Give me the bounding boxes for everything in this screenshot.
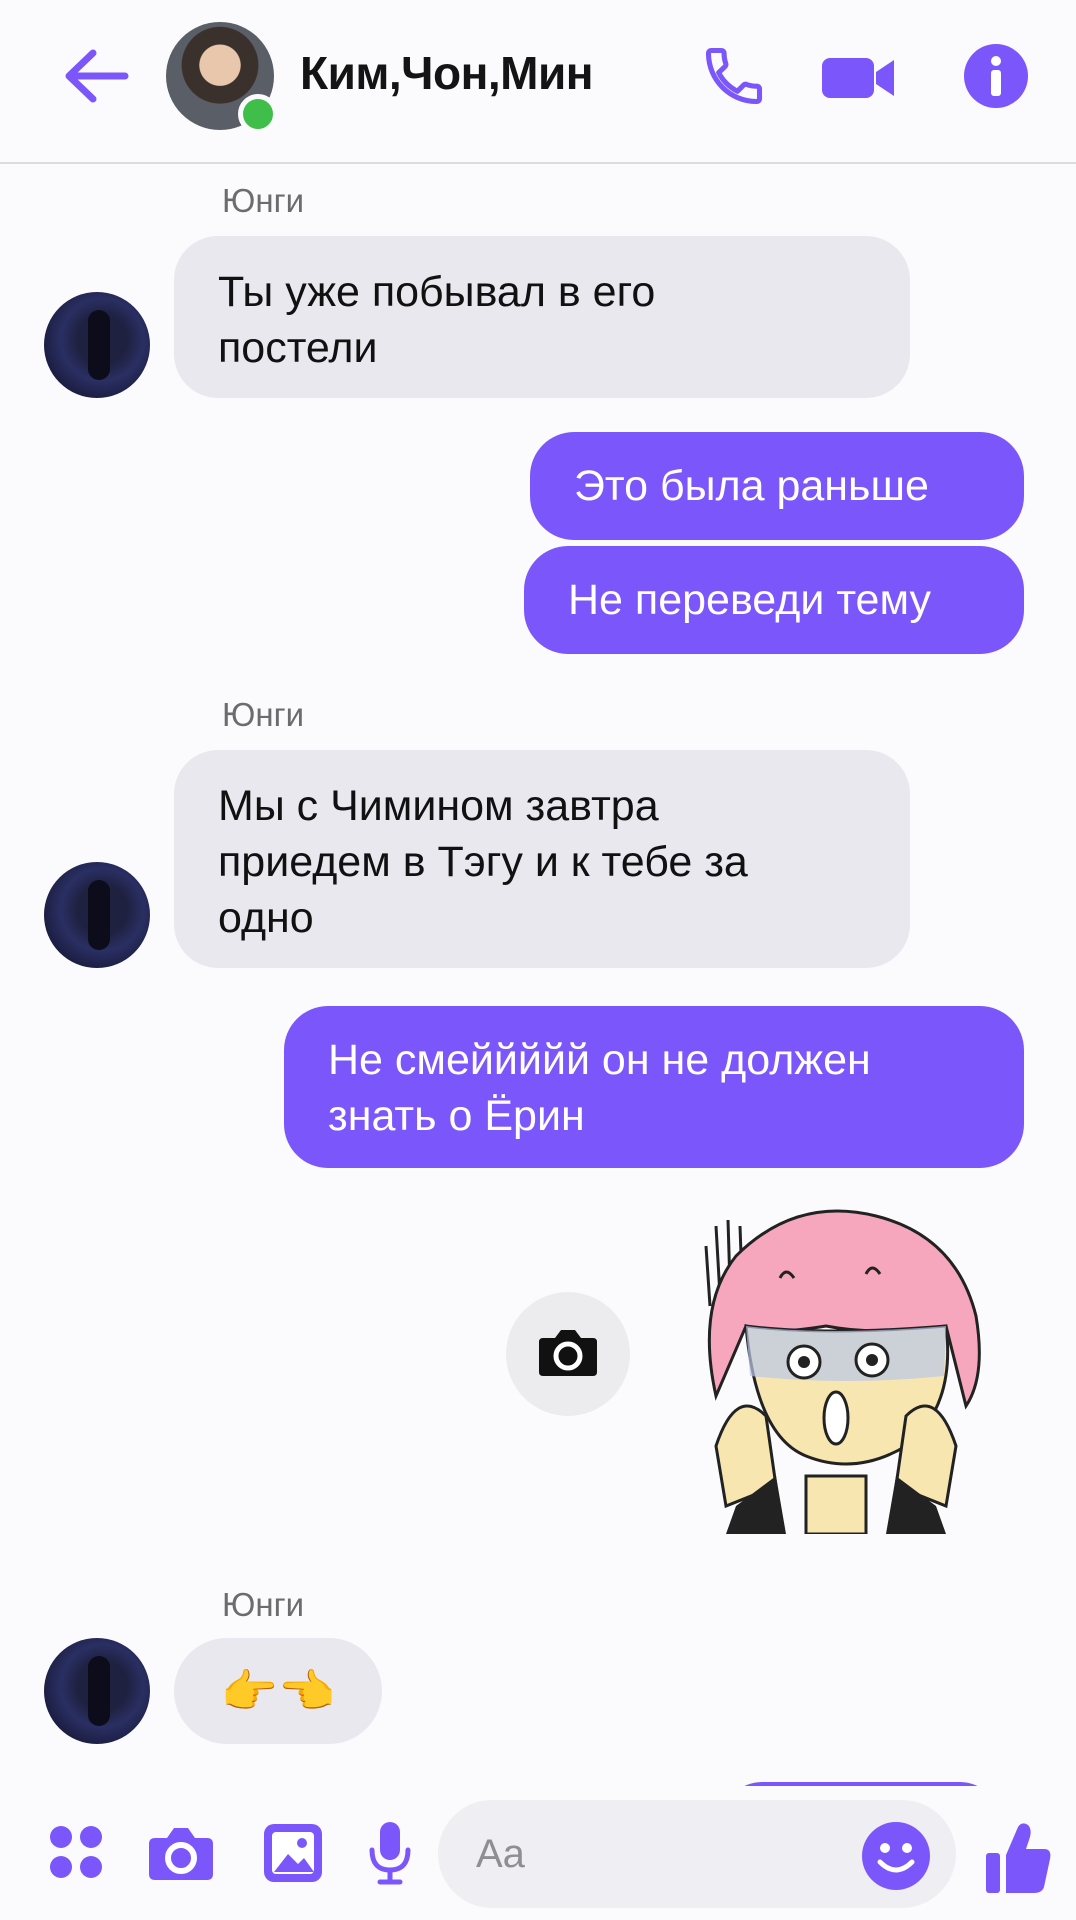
thumbs-up-icon[interactable] (980, 1818, 1056, 1898)
video-camera-icon[interactable] (818, 38, 898, 118)
message-line: одно (218, 894, 314, 942)
message-text: Не переведи тему (568, 576, 932, 624)
microphone-icon[interactable] (360, 1818, 420, 1888)
outgoing-message[interactable]: Это была раньше (530, 432, 1024, 540)
sender-avatar[interactable] (44, 1638, 150, 1744)
chat-title[interactable]: Ким,Чон,Мин (300, 46, 594, 100)
incoming-message[interactable]: Мы с Чимином завтра приедем в Тэгу и к т… (174, 750, 910, 968)
sender-name: Юнги (222, 1586, 305, 1623)
message-line: Мы с Чимином завтра (218, 782, 659, 830)
sender-name: Юнги (222, 696, 305, 733)
info-icon[interactable] (956, 36, 1036, 116)
phone-icon[interactable] (694, 36, 774, 116)
camera-icon (537, 1326, 599, 1383)
outgoing-message[interactable]: Не переведи тему (524, 546, 1024, 654)
camera-icon[interactable] (146, 1818, 216, 1888)
sender-avatar[interactable] (44, 292, 150, 398)
incoming-emoji-message[interactable]: 👉👈 (174, 1638, 382, 1744)
sticker-camera-button[interactable] (506, 1292, 630, 1416)
message-line: Ты уже побывал в его (218, 268, 656, 316)
gallery-icon[interactable] (258, 1818, 328, 1888)
chat-header: Ким,Чон,Мин (0, 0, 1076, 164)
sender-avatar[interactable] (44, 862, 150, 968)
group-avatar[interactable] (166, 22, 278, 134)
emoji-text: 👉👈 (220, 1664, 336, 1717)
message-line: приедем в Тэгу и к тебе за (218, 838, 748, 886)
outgoing-message[interactable]: Не смеййййй он не должен знать о Ёрин (284, 1006, 1024, 1168)
message-line: постели (218, 324, 378, 372)
arrow-left-icon[interactable] (56, 36, 136, 116)
incoming-message[interactable]: Ты уже побывал в его постели (174, 236, 910, 398)
message-text: Это была раньше (574, 462, 929, 510)
sender-name: Юнги (222, 182, 305, 219)
message-input[interactable] (474, 1830, 858, 1878)
sticker-image[interactable] (676, 1186, 996, 1536)
message-line: Не смеййййй он не должен (328, 1036, 871, 1084)
online-status-indicator (238, 94, 278, 134)
message-line: знать о Ёрин (328, 1092, 585, 1140)
apps-icon[interactable] (44, 1820, 108, 1884)
emoji-icon[interactable] (858, 1818, 934, 1894)
